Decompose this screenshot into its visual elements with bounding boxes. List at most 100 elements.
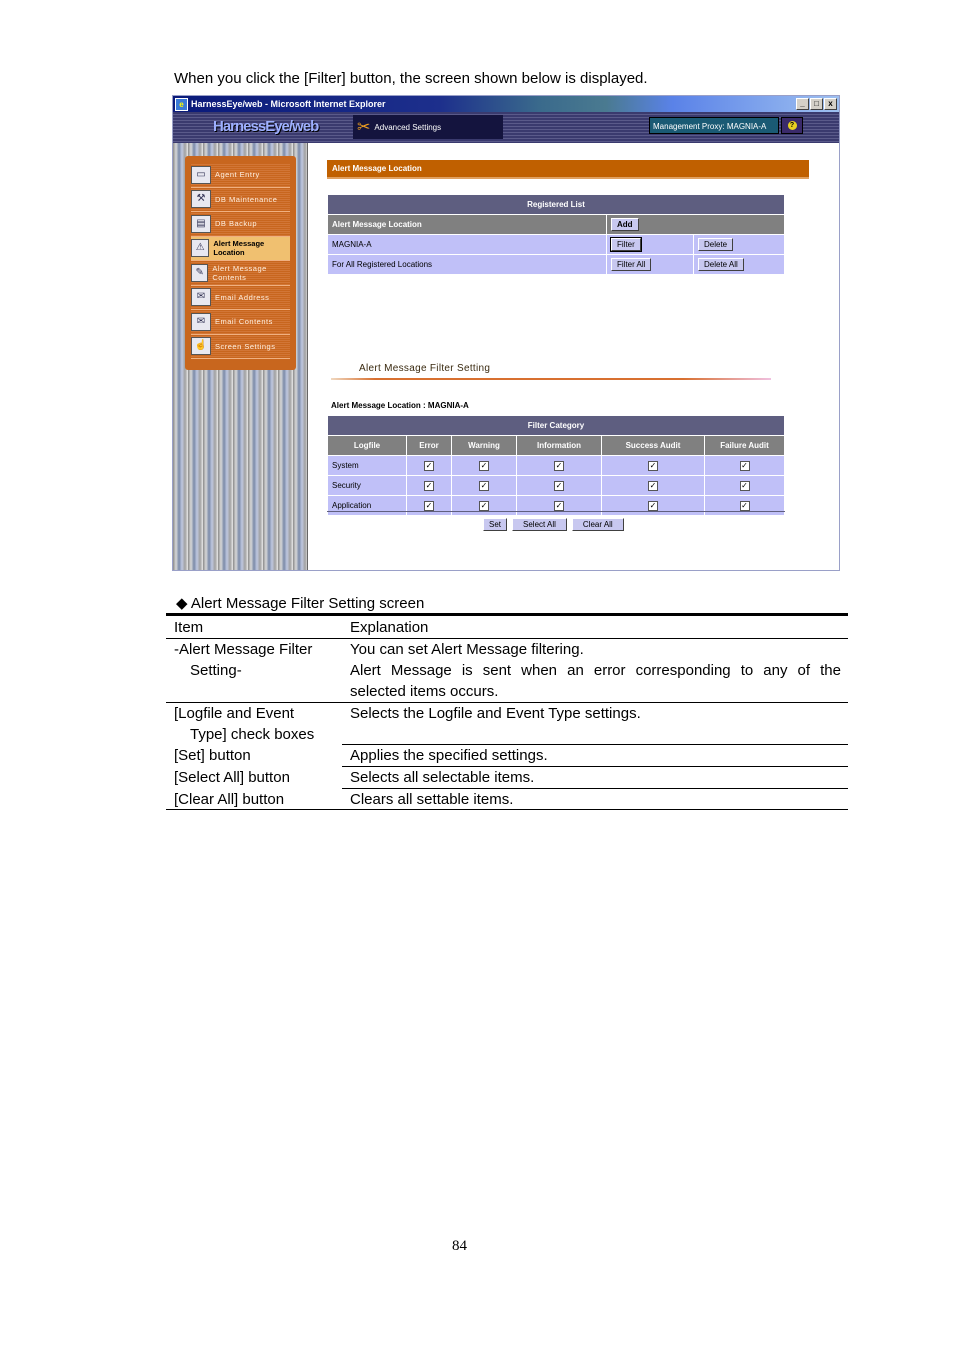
title-bar: e HarnessEye/web - Microsoft Internet Ex… xyxy=(173,96,839,112)
table-caption: ◆ Alert Message Filter Setting screen xyxy=(176,595,425,612)
advanced-settings-tab[interactable]: ✂ Advanced Settings xyxy=(353,115,503,139)
sidebar-item-label: DB Maintenance xyxy=(215,194,278,204)
delete-button[interactable]: Delete xyxy=(698,238,734,251)
item-header: Item xyxy=(174,619,204,636)
window-title: HarnessEye/web - Microsoft Internet Expl… xyxy=(191,99,386,109)
column-header: Success Audit xyxy=(601,435,705,456)
checkbox-application-warning[interactable]: ✓ xyxy=(479,500,489,511)
location-label: Alert Message Location : MAGNIA-A xyxy=(331,401,469,410)
screen-settings-icon: ☝ xyxy=(191,337,211,356)
email-contents-icon: ✉ xyxy=(191,312,211,331)
checkbox-security-error[interactable]: ✓ xyxy=(424,480,434,491)
main-content: Alert Message Location Registered List A… xyxy=(327,160,809,531)
checkbox-application-failure-audit[interactable]: ✓ xyxy=(739,500,750,511)
checkbox-system-success-audit[interactable]: ✓ xyxy=(648,460,658,471)
explanation-header: Explanation xyxy=(350,619,429,636)
action-buttons: Set Select All Clear All xyxy=(483,518,624,531)
checkbox-system-warning[interactable]: ✓ xyxy=(479,460,489,471)
email-address-icon: ✉ xyxy=(191,288,211,307)
browser-window: e HarnessEye/web - Microsoft Internet Ex… xyxy=(172,95,840,571)
sidebar: ▭ Agent Entry ⚒ DB Maintenance ▤ DB Backup … xyxy=(173,143,308,570)
select-all-button[interactable]: Select All xyxy=(512,518,567,531)
explanation-cell: Clears all settable items. xyxy=(350,791,514,808)
checkbox-system-error[interactable]: ✓ xyxy=(424,460,434,471)
checkbox-application-information[interactable]: ✓ xyxy=(554,500,564,511)
logfile-name: System xyxy=(327,455,407,476)
filter-category-table: Filter Category Logfile Error Warning In… xyxy=(327,415,785,516)
explanation-cell: Applies the specified settings. xyxy=(350,747,548,764)
divider xyxy=(327,511,785,512)
set-button[interactable]: Set xyxy=(483,518,508,531)
management-proxy-button[interactable]: Management Proxy: MAGNIA-A xyxy=(649,117,779,134)
tools-icon: ✂ xyxy=(357,119,371,136)
checkbox-security-success-audit[interactable]: ✓ xyxy=(648,480,658,491)
logfile-name: Security xyxy=(327,475,407,496)
item-cell: [Select All] button xyxy=(174,769,290,786)
db-maintenance-icon: ⚒ xyxy=(191,190,211,209)
filter-setting-title: Alert Message Filter Setting xyxy=(359,363,491,374)
sidebar-item-screen-settings[interactable]: ☝ Screen Settings xyxy=(191,334,290,359)
sidebar-item-agent-entry[interactable]: ▭ Agent Entry xyxy=(191,163,290,188)
help-button[interactable]: ? xyxy=(781,117,803,134)
table-row: Application ✓ ✓ ✓ ✓ ✓ xyxy=(327,495,785,516)
alert-warning-icon: ⚠ xyxy=(191,239,210,258)
help-icon: ? xyxy=(787,121,797,130)
column-header: Information xyxy=(516,435,602,456)
filter-button[interactable]: Filter xyxy=(610,237,642,252)
sidebar-item-label: Alert Message Location xyxy=(213,239,265,258)
ie-icon: e xyxy=(175,97,188,111)
item-cell: [Logfile and Event Type] check boxes xyxy=(174,705,315,743)
table-row: System ✓ ✓ ✓ ✓ ✓ xyxy=(327,455,785,476)
location-name: MAGNIA-A xyxy=(327,234,607,255)
sidebar-item-email-contents[interactable]: ✉ Email Contents xyxy=(191,310,290,335)
sidebar-item-label: Email Address xyxy=(215,292,270,302)
column-header: Logfile xyxy=(327,435,407,456)
sidebar-item-email-address[interactable]: ✉ Email Address xyxy=(191,285,290,310)
sidebar-item-label: Alert Message Contents xyxy=(212,263,267,282)
maximize-button[interactable]: □ xyxy=(810,98,823,110)
alert-contents-icon: ✎ xyxy=(191,263,209,282)
agent-entry-icon: ▭ xyxy=(191,165,211,184)
checkbox-security-failure-audit[interactable]: ✓ xyxy=(739,480,750,491)
app-banner: HarnessEye/web ✂ Advanced Settings Manag… xyxy=(173,112,839,143)
table-row: For All Registered Locations Filter All … xyxy=(327,254,785,275)
sidebar-item-db-maintenance[interactable]: ⚒ DB Maintenance xyxy=(191,187,290,212)
checkbox-system-failure-audit[interactable]: ✓ xyxy=(739,460,750,471)
filter-category-title: Filter Category xyxy=(327,415,785,436)
checkbox-security-warning[interactable]: ✓ xyxy=(479,480,489,491)
sidebar-item-alert-message-location[interactable]: ⚠ Alert Message Location xyxy=(191,236,290,261)
explanation-cell: You can set Alert Message filtering. Ale… xyxy=(350,641,841,700)
sidebar-item-alert-message-contents[interactable]: ✎ Alert Message Contents xyxy=(191,261,290,286)
logfile-name: Application xyxy=(327,495,407,516)
advanced-settings-label: Advanced Settings xyxy=(374,122,442,132)
intro-text: When you click the [Filter] button, the … xyxy=(174,70,648,87)
sidebar-item-label: Agent Entry xyxy=(215,170,260,180)
checkbox-security-information[interactable]: ✓ xyxy=(554,480,564,491)
page-number: 84 xyxy=(452,1238,467,1254)
title-divider xyxy=(331,378,771,380)
checkbox-application-success-audit[interactable]: ✓ xyxy=(648,500,658,511)
column-header: Error xyxy=(406,435,452,456)
section-title: Alert Message Location xyxy=(327,160,809,179)
item-cell: [Set] button xyxy=(174,747,251,764)
item-cell: -Alert Message Filter Setting- xyxy=(174,641,313,679)
sidebar-item-db-backup[interactable]: ▤ DB Backup xyxy=(191,212,290,237)
location-header: Alert Message Location xyxy=(327,214,607,235)
clear-all-button[interactable]: Clear All xyxy=(571,518,624,531)
table-row: Security ✓ ✓ ✓ ✓ ✓ xyxy=(327,475,785,496)
minimize-button[interactable]: _ xyxy=(796,98,809,110)
table-row: MAGNIA-A Filter Delete xyxy=(327,234,785,255)
registered-list-title: Registered List xyxy=(327,194,785,215)
add-button[interactable]: Add xyxy=(611,218,639,231)
column-header: Warning xyxy=(451,435,517,456)
sidebar-item-label: Email Contents xyxy=(215,317,273,327)
close-button[interactable]: x xyxy=(824,98,837,110)
filter-all-button[interactable]: Filter All xyxy=(611,258,652,271)
explanation-cell: Selects all selectable items. xyxy=(350,769,535,786)
checkbox-system-information[interactable]: ✓ xyxy=(554,460,564,471)
column-header: Failure Audit xyxy=(704,435,785,456)
sidebar-item-label: Screen Settings xyxy=(215,341,276,351)
explanation-cell: Selects the Logfile and Event Type setti… xyxy=(350,705,641,722)
delete-all-button[interactable]: Delete All xyxy=(698,258,744,271)
checkbox-application-error[interactable]: ✓ xyxy=(424,500,434,511)
